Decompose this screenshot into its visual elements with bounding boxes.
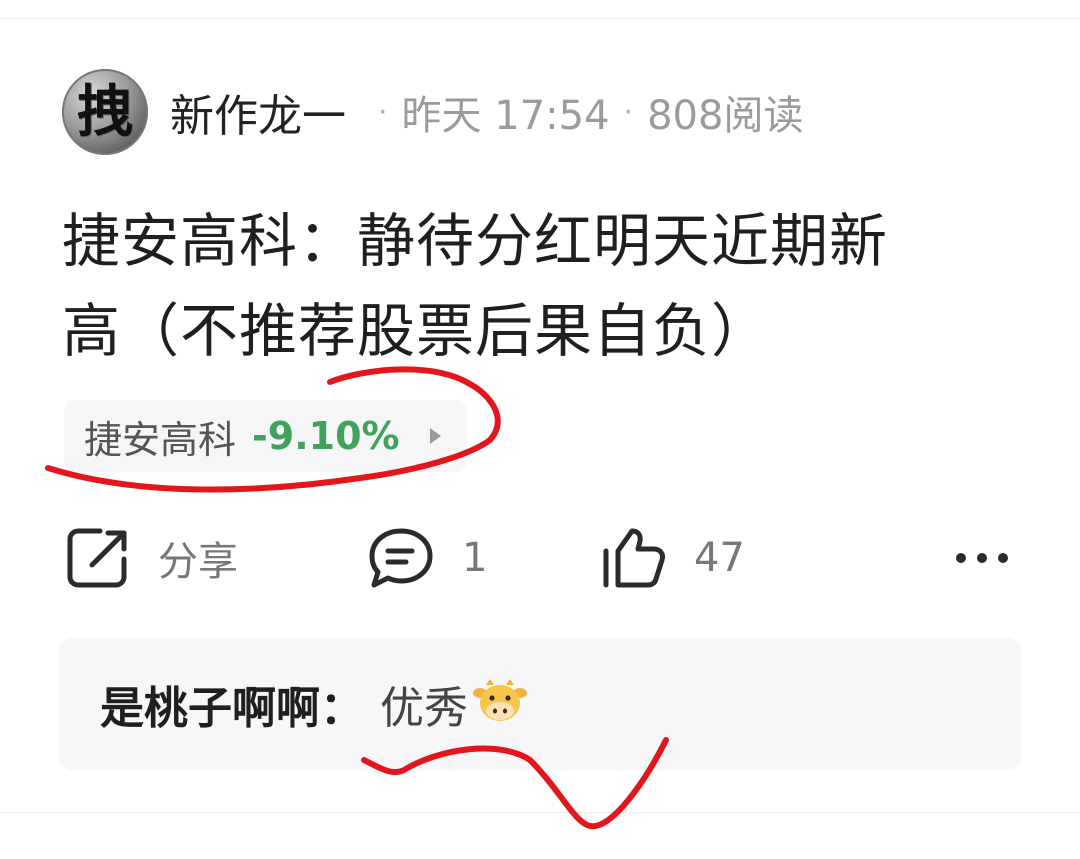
cow-emoji-icon [472,677,528,731]
read-count: 808阅读 [647,93,804,139]
post-header: 拽 新作龙一 · 昨天 17:54 · 808阅读 [62,68,803,156]
thumbs-up-icon [598,525,668,591]
stock-name: 捷安高科 [84,417,237,462]
title-line: 捷安高科：静待分红明天近期新 [62,207,889,275]
comment-separator: ： [320,683,364,734]
comment-button[interactable]: 1 [366,520,487,596]
top-divider [0,18,1080,19]
chevron-right-icon [429,428,441,444]
share-icon [66,525,132,591]
more-icon [954,551,1010,565]
stock-change: -9.10% [252,414,400,458]
meta-separator: · [623,94,634,130]
avatar[interactable]: 拽 [62,69,148,155]
stock-chip[interactable]: 捷安高科 -9.10% [64,400,466,472]
share-button[interactable]: 分享 [66,520,238,596]
post-time: 昨天 17:54 [401,93,610,139]
share-label: 分享 [158,539,238,585]
commenter-name[interactable]: 是桃子啊啊 [100,672,320,736]
author-name[interactable]: 新作龙一 [170,80,346,144]
like-button[interactable]: 47 [598,520,745,596]
like-count: 47 [694,535,745,581]
bottom-divider [0,812,1080,813]
meta-separator: · [378,94,388,130]
comment-preview[interactable]: 是桃子啊啊 ： 优秀 [58,638,1022,770]
more-button[interactable] [954,520,1010,596]
comment-icon [366,525,436,591]
post-title[interactable]: 捷安高科：静待分红明天近期新 高（不推荐股票后果自负） [62,196,1022,376]
avatar-glyph: 拽 [77,79,133,145]
title-line: 高（不推荐股票后果自负） [62,297,771,365]
comment-count: 1 [462,535,488,581]
post-meta: · 昨天 17:54 · 808阅读 [364,83,803,141]
comment-text: 优秀 [380,683,468,734]
